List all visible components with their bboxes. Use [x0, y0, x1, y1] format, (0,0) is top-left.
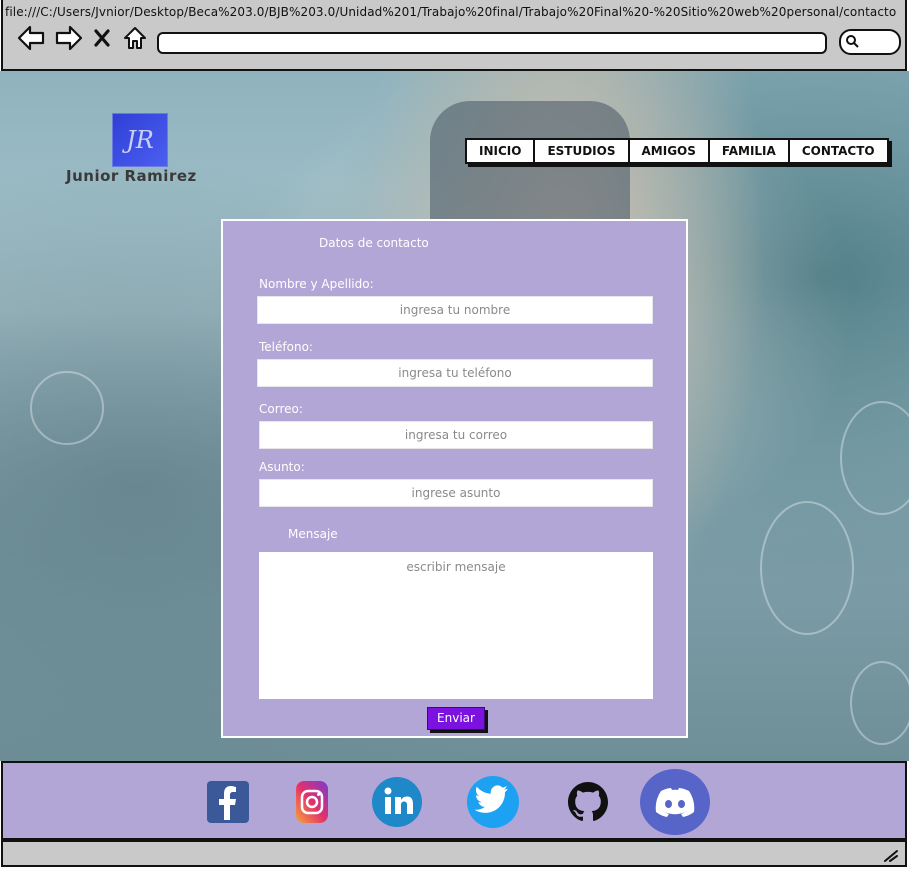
discord-icon[interactable] — [639, 768, 711, 836]
url-text: file:///C:/Users/Jvnior/Desktop/Beca%203… — [5, 5, 897, 19]
form-title: Datos de contacto — [319, 236, 429, 250]
email-label: Correo: — [259, 402, 303, 416]
logo-text: JR — [126, 126, 154, 154]
search-box[interactable] — [839, 29, 901, 55]
forward-icon[interactable] — [55, 24, 83, 52]
resize-grip-icon[interactable] — [883, 848, 899, 862]
menu-item-familia[interactable]: FAMILIA — [710, 140, 790, 162]
search-icon — [846, 35, 859, 48]
submit-button[interactable]: Enviar — [427, 707, 485, 730]
home-icon[interactable] — [121, 24, 149, 52]
background-decoration — [840, 401, 909, 515]
nav-buttons — [17, 24, 149, 52]
menu-item-amigos[interactable]: AMIGOS — [630, 140, 710, 162]
message-textarea[interactable]: escribir mensaje — [259, 552, 653, 699]
address-bar[interactable] — [157, 32, 827, 54]
status-bar — [1, 840, 907, 867]
phone-input[interactable]: ingresa tu teléfono — [257, 359, 653, 387]
email-input[interactable]: ingresa tu correo — [259, 421, 653, 449]
linkedin-icon[interactable] — [370, 776, 424, 828]
site-owner-name: Junior Ramirez — [66, 167, 197, 185]
background-decoration — [760, 501, 854, 635]
contact-form: Datos de contacto Nombre y Apellido: ing… — [221, 219, 688, 738]
facebook-icon[interactable] — [206, 780, 250, 824]
message-label: Mensaje — [288, 527, 338, 541]
back-icon[interactable] — [17, 24, 45, 52]
background-decoration — [850, 661, 909, 745]
background-decoration — [30, 371, 104, 445]
page-background: JR Junior Ramirez INICIO ESTUDIOS AMIGOS… — [0, 71, 909, 761]
phone-label: Teléfono: — [259, 340, 313, 354]
menu-item-contacto[interactable]: CONTACTO — [790, 140, 887, 162]
main-menu: INICIO ESTUDIOS AMIGOS FAMILIA CONTACTO — [465, 138, 889, 164]
menu-item-inicio[interactable]: INICIO — [467, 140, 536, 162]
logo[interactable]: JR — [112, 113, 168, 167]
menu-item-estudios[interactable]: ESTUDIOS — [535, 140, 630, 162]
name-input[interactable]: ingresa tu nombre — [257, 296, 653, 324]
subject-label: Asunto: — [259, 460, 305, 474]
subject-input[interactable]: ingrese asunto — [259, 479, 653, 507]
twitter-icon[interactable] — [465, 775, 521, 829]
instagram-icon[interactable] — [294, 779, 330, 825]
browser-toolbar: file:///C:/Users/Jvnior/Desktop/Beca%203… — [1, 0, 907, 71]
github-icon[interactable] — [565, 780, 611, 824]
name-label: Nombre y Apellido: — [259, 277, 374, 291]
footer — [1, 761, 907, 840]
close-icon[interactable] — [93, 24, 111, 52]
